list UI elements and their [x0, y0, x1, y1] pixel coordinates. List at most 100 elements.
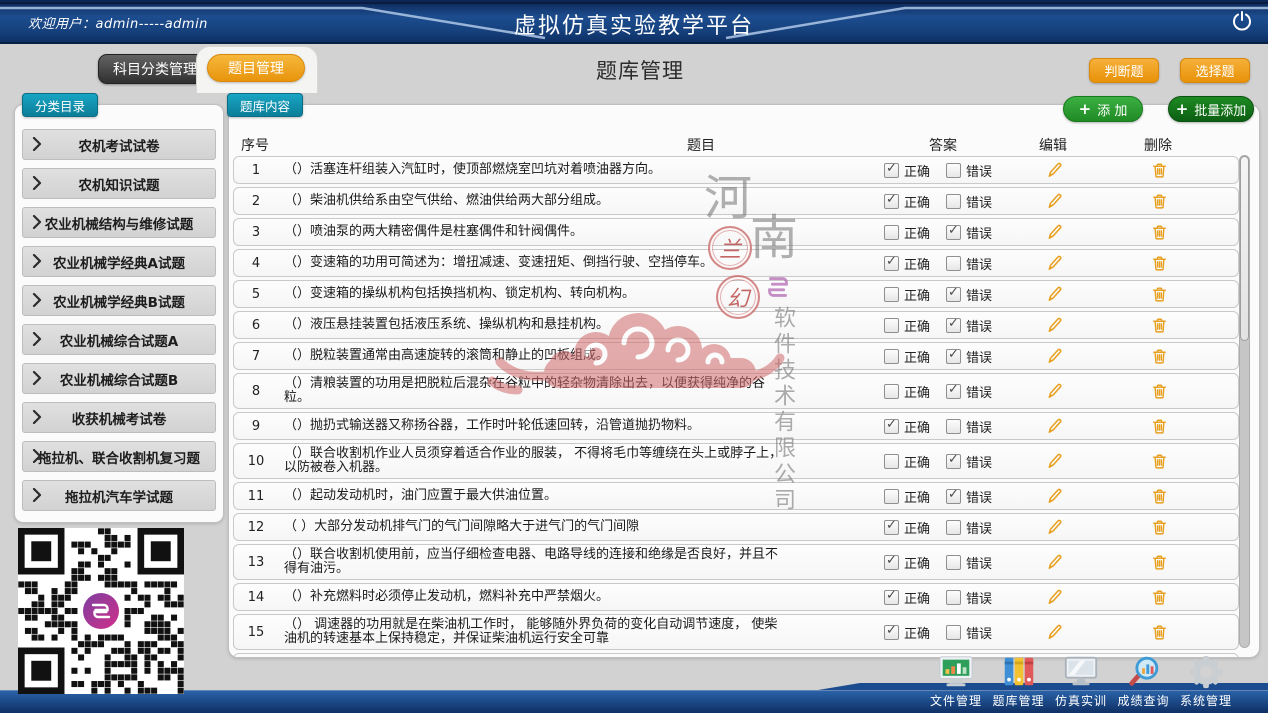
- delete-button[interactable]: [1139, 250, 1179, 276]
- edit-button[interactable]: [1034, 444, 1074, 478]
- taskbar-item-question-bank[interactable]: 题库管理: [988, 654, 1050, 710]
- taskbar-item-system-manage[interactable]: 系统管理: [1175, 654, 1237, 710]
- delete-button[interactable]: [1139, 514, 1179, 540]
- sidebar-item[interactable]: 农业机械结构与维修试题: [22, 207, 216, 238]
- sidebar-item[interactable]: 拖拉机、联合收割机复习题: [22, 441, 216, 472]
- answer-wrong-checkbox[interactable]: 错误: [946, 452, 992, 471]
- edit-button[interactable]: [1034, 343, 1074, 369]
- delete-button[interactable]: [1139, 584, 1179, 610]
- answer-wrong-checkbox[interactable]: 错误: [946, 347, 992, 366]
- answer-wrong-checkbox[interactable]: 错误: [946, 623, 992, 642]
- answer-wrong-checkbox[interactable]: 错误: [946, 192, 992, 211]
- category-directory-button[interactable]: 分类目录: [22, 93, 98, 117]
- answer-wrong-label: 错误: [966, 452, 992, 471]
- delete-button[interactable]: [1139, 545, 1179, 579]
- power-button[interactable]: [1230, 9, 1254, 33]
- edit-button[interactable]: [1034, 157, 1074, 183]
- edit-button[interactable]: [1034, 514, 1074, 540]
- sidebar-item[interactable]: 农机考试试卷: [22, 129, 216, 160]
- answer-correct-checkbox[interactable]: 正确: [884, 223, 930, 242]
- answer-correct-checkbox[interactable]: 正确: [884, 553, 930, 572]
- question-text: （）变速箱的功用可简述为：增扭减速、变速扭矩、倒挡行驶、空挡停车。: [284, 256, 789, 270]
- edit-button[interactable]: [1034, 615, 1074, 649]
- checkbox-icon: [946, 555, 961, 570]
- answer-wrong-checkbox[interactable]: 错误: [946, 223, 992, 242]
- sidebar-item[interactable]: 农业机械综合试题A: [22, 324, 216, 355]
- sidebar-item[interactable]: 收获机械考试卷: [22, 402, 216, 433]
- answer-wrong-checkbox[interactable]: 错误: [946, 316, 992, 335]
- delete-button[interactable]: [1139, 281, 1179, 307]
- answer-correct-checkbox[interactable]: 正确: [884, 487, 930, 506]
- edit-button[interactable]: [1034, 374, 1074, 408]
- answer-wrong-checkbox[interactable]: 错误: [946, 254, 992, 273]
- answer-wrong-checkbox[interactable]: 错误: [946, 487, 992, 506]
- edit-button[interactable]: [1034, 584, 1074, 610]
- delete-button[interactable]: [1139, 413, 1179, 439]
- table-scrollbar[interactable]: [1239, 155, 1250, 648]
- bank-content-button[interactable]: 题库内容: [227, 93, 303, 117]
- edit-button[interactable]: [1034, 188, 1074, 214]
- checkbox-icon: [884, 318, 899, 333]
- answer-wrong-checkbox[interactable]: 错误: [946, 417, 992, 436]
- delete-button[interactable]: [1139, 188, 1179, 214]
- delete-button[interactable]: [1139, 219, 1179, 245]
- sidebar-item[interactable]: 农业机械学经典B试题: [22, 285, 216, 316]
- pencil-icon: [1045, 223, 1064, 242]
- batch-add-button[interactable]: + 批量添加: [1168, 96, 1254, 122]
- delete-button[interactable]: [1139, 615, 1179, 649]
- answer-correct-checkbox[interactable]: 正确: [884, 518, 930, 537]
- delete-button[interactable]: [1139, 343, 1179, 369]
- checkbox-icon: [946, 489, 961, 504]
- edit-button[interactable]: [1034, 219, 1074, 245]
- answer-wrong-checkbox[interactable]: 错误: [946, 553, 992, 572]
- answer-wrong-checkbox[interactable]: 错误: [946, 382, 992, 401]
- taskbar-item-score-query[interactable]: 成绩查询: [1113, 654, 1175, 710]
- delete-button[interactable]: [1139, 312, 1179, 338]
- tab-question-manage[interactable]: 题目管理: [207, 54, 305, 82]
- sidebar-item[interactable]: 农业机械学经典A试题: [22, 246, 216, 277]
- answer-wrong-checkbox[interactable]: 错误: [946, 161, 992, 180]
- answer-correct-checkbox[interactable]: 正确: [884, 254, 930, 273]
- answer-cell: 正确 错误: [884, 444, 992, 478]
- answer-correct-checkbox[interactable]: 正确: [884, 382, 930, 401]
- sidebar-item[interactable]: 农业机械综合试题B: [22, 363, 216, 394]
- edit-button[interactable]: [1034, 281, 1074, 307]
- sidebar-item[interactable]: 拖拉机汽车学试题: [22, 480, 216, 511]
- edit-button[interactable]: [1034, 312, 1074, 338]
- edit-button[interactable]: [1034, 250, 1074, 276]
- choice-question-button[interactable]: 选择题: [1180, 58, 1250, 83]
- answer-correct-checkbox[interactable]: 正确: [884, 192, 930, 211]
- sidebar-item[interactable]: 农机知识试题: [22, 168, 216, 199]
- answer-correct-checkbox[interactable]: 正确: [884, 417, 930, 436]
- question-rows: 1 （）活塞连杆组装入汽缸时，使顶部燃烧室凹坑对着喷油器方向。 正确 错误: [233, 156, 1239, 658]
- answer-cell: 正确 错误: [884, 514, 992, 540]
- answer-correct-checkbox[interactable]: 正确: [884, 316, 930, 335]
- answer-wrong-checkbox[interactable]: 错误: [946, 588, 992, 607]
- delete-button[interactable]: [1139, 444, 1179, 478]
- answer-correct-checkbox[interactable]: 正确: [884, 347, 930, 366]
- answer-correct-checkbox[interactable]: 正确: [884, 161, 930, 180]
- answer-correct-checkbox[interactable]: 正确: [884, 623, 930, 642]
- edit-button[interactable]: [1034, 483, 1074, 509]
- answer-wrong-checkbox[interactable]: 错误: [946, 285, 992, 304]
- delete-button[interactable]: [1139, 157, 1179, 183]
- edit-button[interactable]: [1034, 413, 1074, 439]
- answer-correct-checkbox[interactable]: 正确: [884, 452, 930, 471]
- scrollbar-thumb[interactable]: [1240, 156, 1249, 341]
- answer-correct-checkbox[interactable]: 正确: [884, 588, 930, 607]
- taskbar-item-file-manage[interactable]: 文件管理: [925, 654, 987, 710]
- tab-subject-category[interactable]: 科目分类管理: [98, 54, 212, 84]
- answer-correct-checkbox[interactable]: 正确: [884, 658, 930, 659]
- delete-button[interactable]: [1139, 483, 1179, 509]
- sidebar-item-label: 农业机械学经典A试题: [53, 252, 185, 272]
- delete-button[interactable]: [1139, 374, 1179, 408]
- answer-wrong-checkbox[interactable]: 错误: [946, 518, 992, 537]
- trash-icon: [1150, 347, 1169, 366]
- taskbar-item-simulation[interactable]: 仿真实训: [1050, 654, 1112, 710]
- judge-question-button[interactable]: 判断题: [1089, 58, 1159, 83]
- edit-button[interactable]: [1034, 545, 1074, 579]
- row-number: 6: [234, 318, 278, 333]
- answer-correct-checkbox[interactable]: 正确: [884, 285, 930, 304]
- add-button[interactable]: + 添 加: [1063, 96, 1143, 122]
- category-sidebar: 农机考试试卷 农机知识试题 农业机械结构与维修试题 农业机械学经典A试题 农业机…: [14, 104, 224, 523]
